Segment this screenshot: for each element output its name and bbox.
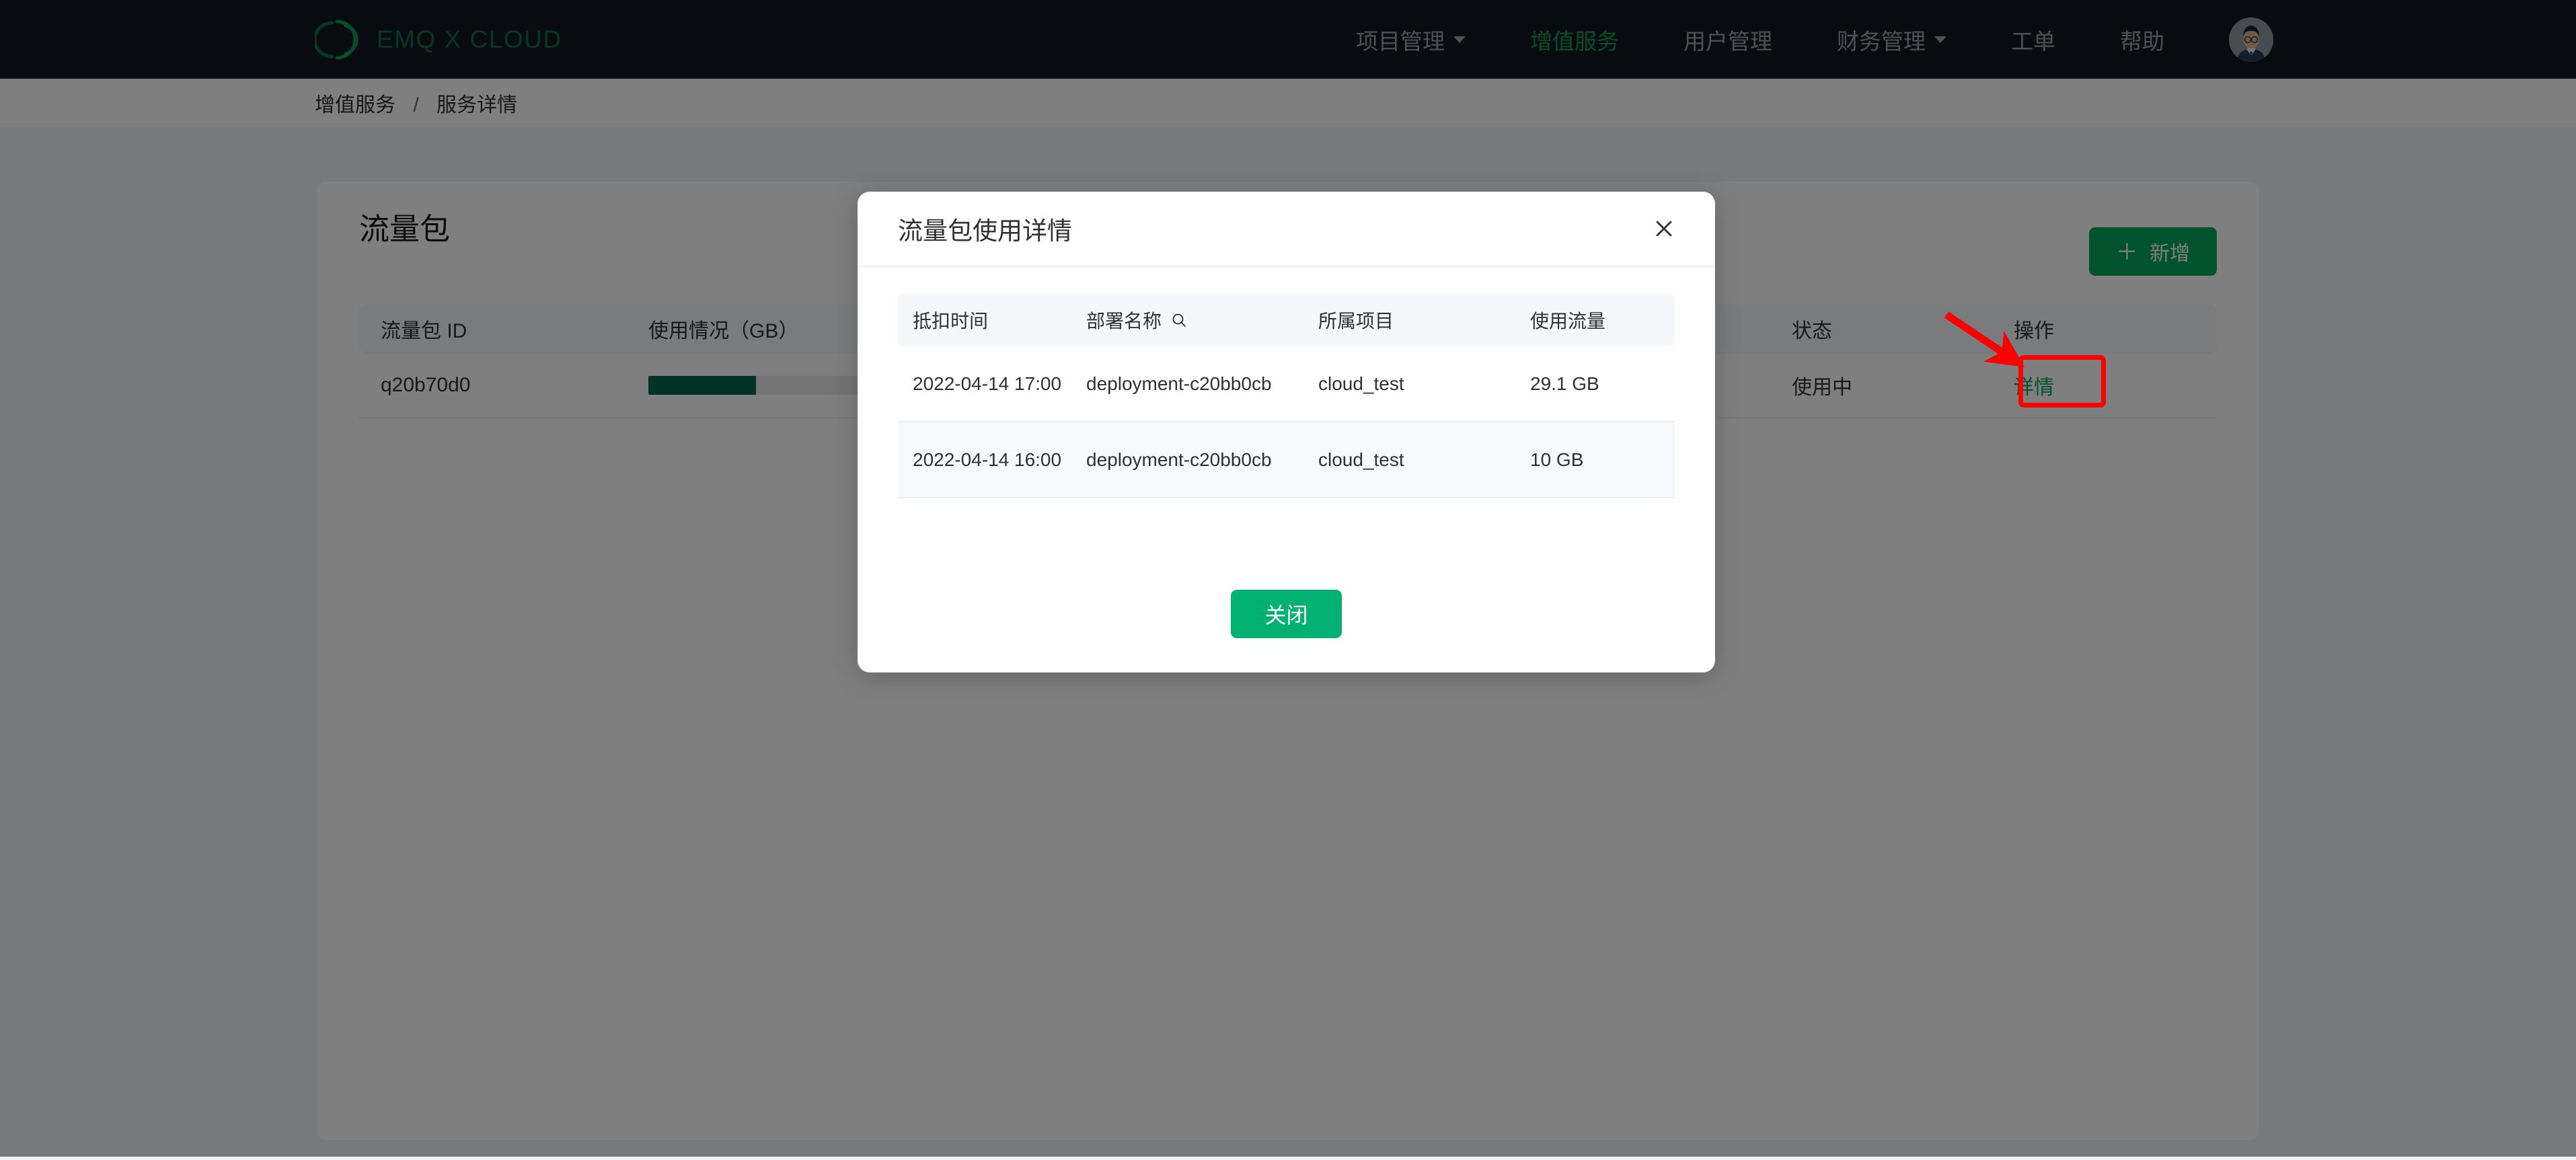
table-row: 2022-04-14 17:00 deployment-c20bb0cb clo… <box>898 346 1675 422</box>
dialog-body: 抵扣时间 部署名称 所属项目 使用流量 2022-04-14 17:00 dep… <box>858 267 1715 498</box>
close-dialog-button[interactable]: 关闭 <box>1231 590 1341 638</box>
close-icon[interactable] <box>1649 213 1679 244</box>
cell-deduct-time: 2022-04-14 16:00 <box>898 449 1086 471</box>
column-header-deployment-name: 部署名称 <box>1086 307 1318 334</box>
cell-project: cloud_test <box>1318 449 1530 471</box>
column-header-deduct-time: 抵扣时间 <box>898 307 1086 334</box>
column-header-project: 所属项目 <box>1318 307 1530 334</box>
dialog-header: 流量包使用详情 <box>858 192 1715 267</box>
detail-table-header-row: 抵扣时间 部署名称 所属项目 使用流量 <box>898 294 1675 346</box>
dialog-footer: 关闭 <box>858 555 1715 672</box>
close-glyph <box>1653 217 1675 240</box>
cell-traffic: 29.1 GB <box>1530 373 1675 395</box>
cell-deployment-name: deployment-c20bb0cb <box>1086 449 1318 471</box>
column-label: 部署名称 <box>1086 307 1162 334</box>
column-header-traffic: 使用流量 <box>1530 307 1675 334</box>
traffic-usage-detail-dialog: 流量包使用详情 抵扣时间 部署名称 所属项目 使用流量 <box>858 192 1715 672</box>
cell-traffic: 10 GB <box>1530 449 1675 471</box>
table-row: 2022-04-14 16:00 deployment-c20bb0cb clo… <box>898 422 1675 498</box>
cell-project: cloud_test <box>1318 373 1530 395</box>
dialog-title: 流量包使用详情 <box>898 210 1072 247</box>
cell-deployment-name: deployment-c20bb0cb <box>1086 373 1318 395</box>
usage-detail-table: 抵扣时间 部署名称 所属项目 使用流量 2022-04-14 17:00 dep… <box>898 294 1675 498</box>
cell-deduct-time: 2022-04-14 17:00 <box>898 373 1086 395</box>
search-icon[interactable] <box>1171 312 1187 328</box>
